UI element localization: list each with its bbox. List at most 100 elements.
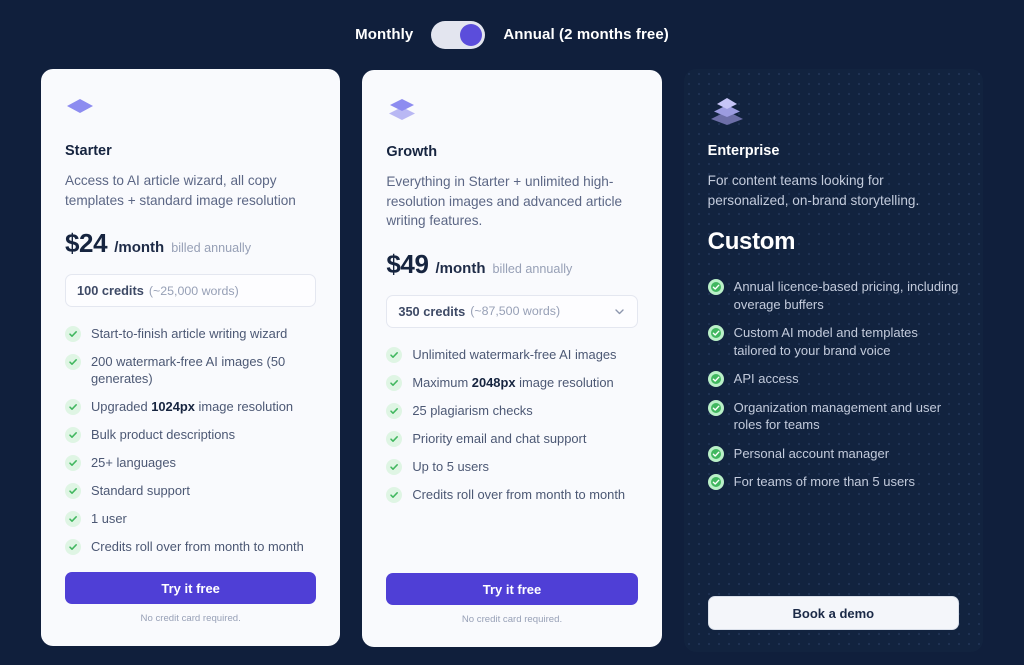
list-item: Credits roll over from month to month: [65, 538, 316, 555]
feature-text: 1 user: [91, 511, 127, 526]
plan-card-enterprise: Enterprise For content teams looking for…: [683, 69, 983, 652]
plan-price: $49 /month billed annually: [386, 249, 637, 280]
plan-name: Growth: [386, 144, 438, 160]
cta-section: Try it free No credit card required.: [65, 572, 317, 624]
plan-name: Enterprise: [707, 143, 780, 159]
list-item: Start-to-finish article writing wizard: [65, 325, 316, 342]
feature-text: Upgraded 1024px image resolution: [91, 398, 293, 415]
list-item: API access: [707, 370, 959, 388]
feature-text: Unlimited watermark-free AI images: [412, 346, 617, 362]
feature-list: Start-to-finish article writing wizard 2…: [65, 325, 316, 566]
feature-text-post: image resolution: [194, 399, 294, 414]
single-layer-diamond-icon: [65, 95, 316, 129]
billing-period-toggle[interactable]: [431, 20, 486, 49]
check-icon: [386, 430, 403, 447]
cta-section: Try it free No credit card required.: [386, 573, 638, 625]
triple-layer-stack-icon: [708, 95, 959, 129]
check-icon: [707, 325, 724, 341]
cta-note: No credit card required.: [461, 614, 563, 625]
check-icon: [65, 399, 81, 415]
try-it-free-button[interactable]: Try it free: [65, 572, 317, 604]
billing-toggle-bar: Monthly Annual (2 months free): [0, 0, 1024, 69]
credits-field[interactable]: 100 credits (~25,000 words): [65, 274, 317, 307]
list-item: Maximum 2048px image resolution: [386, 374, 637, 391]
feature-text-post: image resolution: [515, 374, 614, 390]
feature-list: Unlimited watermark-free AI images Maxim…: [386, 346, 637, 514]
toggle-knob-icon: [460, 23, 483, 46]
check-icon: [386, 458, 403, 475]
list-item: 25+ languages: [65, 454, 316, 471]
credits-value: 100 credits: [77, 283, 144, 298]
list-item: 1 user: [65, 510, 316, 527]
feature-text: API access: [733, 371, 799, 386]
list-item: Upgraded 1024px image resolution: [65, 398, 316, 415]
feature-text: Up to 5 users: [412, 458, 489, 474]
check-icon: [386, 402, 403, 419]
price-amount: $24: [65, 228, 108, 258]
book-a-demo-button[interactable]: Book a demo: [707, 596, 959, 630]
double-layer-diamond-icon: [386, 96, 637, 130]
feature-text: Credits roll over from month to month: [91, 539, 304, 554]
feature-text: Annual licence-based pricing, including …: [733, 279, 959, 312]
feature-text: For teams of more than 5 users: [733, 474, 916, 489]
plan-description: Access to AI article wizard, all copy te…: [65, 173, 296, 208]
price-custom: Custom: [707, 228, 796, 255]
plan-description: For content teams looking for personaliz…: [707, 173, 920, 208]
price-billing-note: billed annually: [492, 261, 573, 276]
list-item: Annual licence-based pricing, including …: [707, 278, 959, 313]
check-icon: [707, 279, 724, 295]
list-item: Bulk product descriptions: [65, 426, 316, 443]
feature-text: Personal account manager: [733, 445, 890, 461]
feature-text-pre: Upgraded: [91, 399, 152, 414]
plan-price: $24 /month billed annually: [65, 228, 316, 259]
feature-text: Custom AI model and templates tailored t…: [733, 325, 918, 358]
feature-text: Bulk product descriptions: [91, 427, 236, 442]
list-item: Personal account manager: [707, 445, 959, 463]
credits-dropdown[interactable]: 350 credits (~87,500 words): [386, 294, 638, 328]
list-item: Custom AI model and templates tailored t…: [707, 324, 959, 359]
feature-list: Annual licence-based pricing, including …: [707, 278, 959, 502]
credits-words: (~25,000 words): [148, 283, 239, 298]
feature-text: Standard support: [91, 483, 190, 498]
check-icon: [65, 511, 81, 527]
list-item: Standard support: [65, 482, 316, 499]
feature-text: Start-to-finish article writing wizard: [91, 326, 288, 341]
check-icon: [707, 399, 724, 416]
plan-card-starter: Starter Access to AI article wizard, all…: [41, 69, 341, 646]
check-icon: [65, 354, 81, 370]
list-item: Credits roll over from month to month: [386, 486, 637, 503]
credits-value: 350 credits: [398, 303, 466, 319]
plan-name: Starter: [65, 143, 112, 159]
price-billing-note: billed annually: [171, 241, 252, 255]
feature-text: 25+ languages: [91, 455, 176, 470]
check-icon: [386, 486, 403, 503]
check-icon: [65, 455, 81, 471]
list-item: Priority email and chat support: [386, 430, 637, 447]
price-period: /month: [114, 239, 165, 256]
check-icon: [65, 326, 81, 342]
check-icon: [386, 374, 403, 391]
price-period: /month: [435, 259, 486, 277]
check-icon: [707, 474, 724, 490]
credits-words: (~87,500 words): [470, 304, 561, 318]
list-item: For teams of more than 5 users: [707, 473, 959, 491]
feature-text-pre: Maximum: [412, 374, 472, 390]
list-item: 200 watermark-free AI images (50 generat…: [65, 353, 316, 387]
plan-description: Everything in Starter + unlimited high-r…: [386, 174, 623, 228]
feature-text: 200 watermark-free AI images (50 generat…: [91, 354, 286, 386]
check-icon: [707, 371, 724, 387]
feature-text: Maximum 2048px image resolution: [412, 374, 613, 391]
billing-annual-label[interactable]: Annual (2 months free): [503, 26, 669, 43]
feature-text: 25 plagiarism checks: [412, 402, 533, 418]
list-item: 25 plagiarism checks: [386, 402, 637, 419]
billing-monthly-label[interactable]: Monthly: [355, 26, 413, 43]
list-item: Up to 5 users: [386, 458, 637, 475]
feature-text-emphasis: 2048px: [471, 374, 516, 390]
chevron-down-icon[interactable]: [613, 305, 626, 318]
pricing-cards-row: Starter Access to AI article wizard, all…: [0, 69, 1024, 652]
check-icon: [65, 483, 81, 499]
cta-section: Book a demo: [707, 596, 959, 630]
try-it-free-button[interactable]: Try it free: [386, 573, 638, 605]
price-amount: $49: [386, 248, 429, 279]
feature-text: Organization management and user roles f…: [733, 399, 942, 433]
